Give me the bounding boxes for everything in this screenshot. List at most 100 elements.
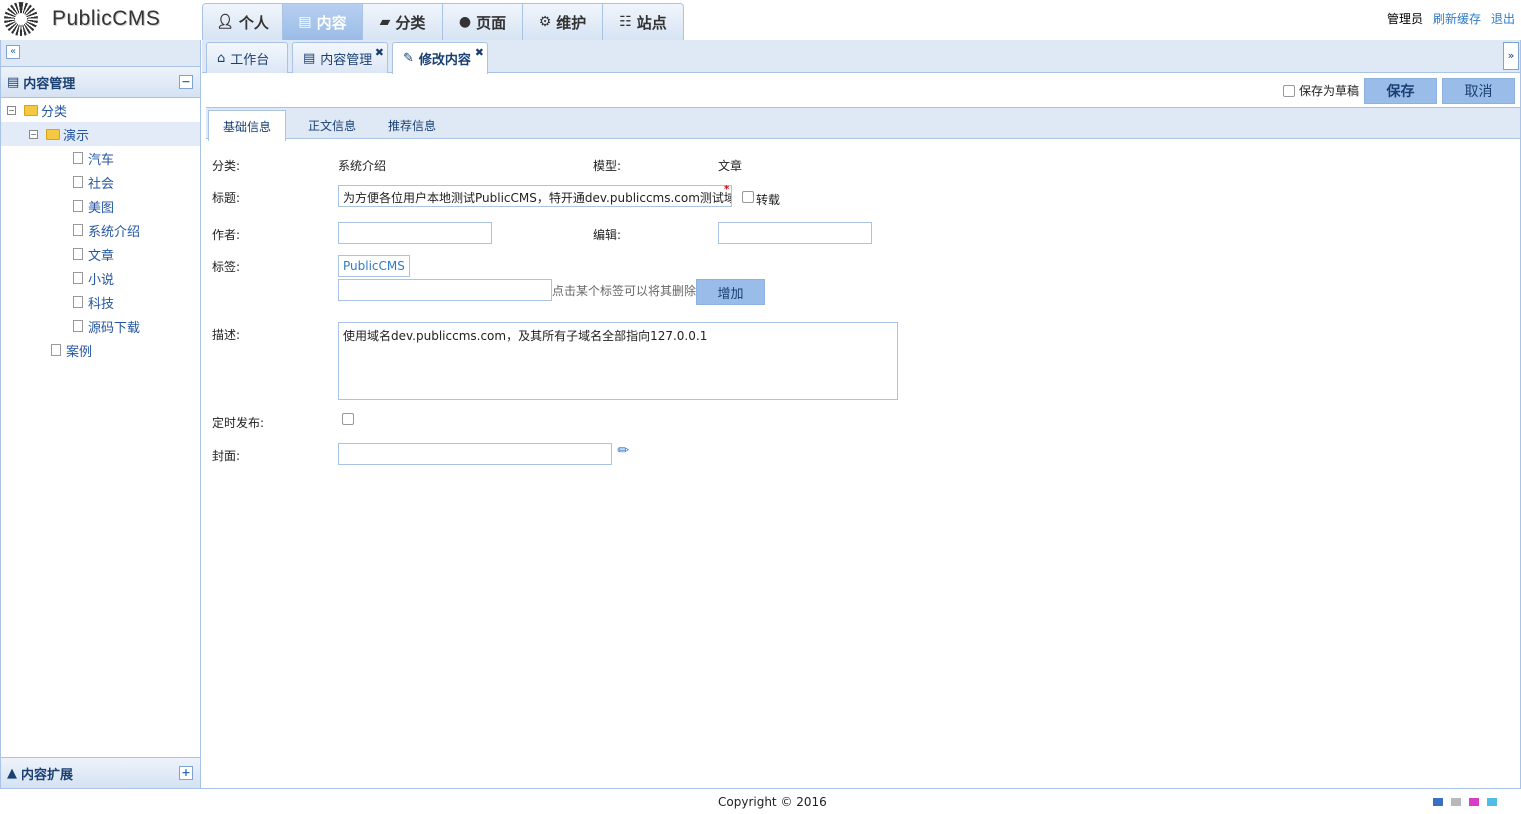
tab-recommend-info[interactable]: 推荐信息 xyxy=(374,110,450,141)
reprint-checkbox[interactable] xyxy=(742,191,754,203)
description-label: 描述: xyxy=(212,328,241,342)
panel-content-extension[interactable]: ▲ 内容扩展 + xyxy=(1,757,200,788)
user-name: 管理员 xyxy=(1386,12,1423,26)
tree-node-car[interactable]: 汽车 xyxy=(1,146,200,170)
sidebar-collapse-bar: « xyxy=(1,40,200,67)
add-tag-button[interactable]: 增加 xyxy=(696,279,765,305)
category-value: 系统介绍 xyxy=(338,159,387,173)
tree-node-novel[interactable]: 小说 xyxy=(1,266,200,290)
header: PublicCMS 👤︎ 个人 ▤ 内容 ▰ 分类 ● 页面 ⚙ 维护 ☷ 站点 管理员 刷… xyxy=(0,0,1521,40)
tree-node-category[interactable]: − 分类 xyxy=(1,98,200,122)
page-tab-bar: ⌂ 工作台 ▤ 内容管理 ✖ ✎ 修改内容 ✖ » xyxy=(202,40,1520,74)
tree-node-cases[interactable]: 案例 xyxy=(1,338,200,362)
document-icon xyxy=(73,224,83,236)
author-input[interactable] xyxy=(338,222,492,244)
tags-label: 标签: xyxy=(212,260,241,274)
book-icon: ▤ xyxy=(298,14,312,30)
document-icon xyxy=(73,200,83,212)
editor-label: 编辑: xyxy=(593,228,622,242)
theme-purple[interactable] xyxy=(1469,798,1479,806)
nav-maintenance[interactable]: ⚙ 维护 xyxy=(523,4,603,40)
expand-plus-icon[interactable]: + xyxy=(179,766,193,780)
chevron-down-icon[interactable]: » xyxy=(1503,42,1519,70)
tree-node-pictures[interactable]: 美图 xyxy=(1,194,200,218)
collapse-minus-icon[interactable]: − xyxy=(179,75,193,89)
logo-text: PublicCMS xyxy=(52,7,161,30)
document-icon xyxy=(73,320,83,332)
document-icon xyxy=(73,248,83,260)
tab-basic-info[interactable]: 基础信息 xyxy=(208,110,287,141)
paperclip-icon[interactable]: ✐ xyxy=(612,441,632,461)
tree-node-society[interactable]: 社会 xyxy=(1,170,200,194)
nav-personal[interactable]: 👤︎ 个人 xyxy=(203,4,283,40)
sidebar: « ▤ 内容管理 − − 分类 − 演示 汽车 社会 美图 系统介绍 文章 小说… xyxy=(0,40,201,788)
main-area: ⌂ 工作台 ▤ 内容管理 ✖ ✎ 修改内容 ✖ » 保存为草稿 保存 取消 基础信息 … xyxy=(202,40,1521,788)
form-sub-tabs: 基础信息 正文信息 推荐信息 xyxy=(206,107,1520,141)
schedule-publish-label: 定时发布: xyxy=(212,416,265,430)
globe-icon: ● xyxy=(458,14,472,30)
tree-node-article[interactable]: 文章 xyxy=(1,242,200,266)
category-label: 分类: xyxy=(212,159,241,173)
theme-gray[interactable] xyxy=(1451,798,1461,806)
close-icon[interactable]: ✖ xyxy=(375,46,384,59)
panel-content-management[interactable]: ▤ 内容管理 − xyxy=(1,67,200,98)
tag-hint: 点击某个标签可以将其删除 xyxy=(552,284,697,298)
home-icon: ⌂ xyxy=(217,50,226,66)
nav-category[interactable]: ▰ 分类 xyxy=(363,4,443,40)
tree-node-system-intro[interactable]: 系统介绍 xyxy=(1,218,200,242)
tab-workbench[interactable]: ⌂ 工作台 xyxy=(206,42,288,73)
folder-icon xyxy=(24,104,38,116)
book-icon: ▤ xyxy=(303,50,316,66)
folder-open-icon: ▰ xyxy=(379,14,391,30)
sitemap-icon: ☷ xyxy=(619,14,632,30)
nav-page[interactable]: ● 页面 xyxy=(443,4,523,40)
tab-edit-content[interactable]: ✎ 修改内容 ✖ xyxy=(392,42,488,74)
road-icon: ▲ xyxy=(7,765,17,781)
user-menu: 管理员 刷新缓存 退出 xyxy=(1387,10,1515,27)
book-icon: ▤ xyxy=(7,74,20,90)
theme-blue[interactable] xyxy=(1433,798,1443,806)
top-nav: 👤︎ 个人 ▤ 内容 ▰ 分类 ● 页面 ⚙ 维护 ☷ 站点 xyxy=(202,3,684,40)
user-icon: 👤︎ xyxy=(216,14,234,30)
cancel-button[interactable]: 取消 xyxy=(1442,78,1515,104)
logout-link[interactable]: 退出 xyxy=(1491,10,1515,27)
tag-chip[interactable]: PublicCMS xyxy=(338,255,410,277)
edit-icon: ✎ xyxy=(403,51,414,66)
save-draft-checkbox[interactable] xyxy=(1282,84,1295,97)
tree-node-demo[interactable]: − 演示 xyxy=(1,122,200,146)
tag-input[interactable] xyxy=(338,279,552,301)
save-button[interactable]: 保存 xyxy=(1364,78,1437,104)
tree-expand-icon[interactable]: − xyxy=(7,105,16,115)
theme-switcher xyxy=(1433,798,1497,806)
tree-expand-icon[interactable]: − xyxy=(29,129,38,139)
close-icon[interactable]: ✖ xyxy=(475,46,484,59)
editor-input[interactable] xyxy=(718,222,872,244)
cover-input[interactable] xyxy=(338,443,612,465)
document-icon xyxy=(73,152,83,164)
collapse-left-icon[interactable]: « xyxy=(6,45,20,59)
reprint-label: 转载 xyxy=(756,193,781,207)
nav-site[interactable]: ☷ 站点 xyxy=(603,4,683,40)
save-draft-option[interactable]: 保存为草稿 xyxy=(1282,82,1359,99)
tree-node-tech[interactable]: 科技 xyxy=(1,290,200,314)
author-label: 作者: xyxy=(212,228,241,242)
model-value: 文章 xyxy=(718,159,743,173)
title-label: 标题: xyxy=(212,191,241,205)
logo-icon xyxy=(4,2,38,36)
theme-cyan[interactable] xyxy=(1487,798,1497,806)
tab-body-info[interactable]: 正文信息 xyxy=(294,110,370,141)
document-icon xyxy=(73,272,83,284)
form-toolbar: 保存为草稿 保存 取消 xyxy=(202,73,1520,107)
nav-content[interactable]: ▤ 内容 xyxy=(283,4,363,40)
logo[interactable]: PublicCMS xyxy=(4,2,160,36)
cover-label: 封面: xyxy=(212,449,241,463)
schedule-publish-checkbox[interactable] xyxy=(342,413,354,425)
tab-content-management[interactable]: ▤ 内容管理 ✖ xyxy=(292,42,388,73)
description-textarea[interactable]: 使用域名dev.publiccms.com，及其所有子域名全部指向127.0.0… xyxy=(338,322,898,400)
document-icon xyxy=(73,176,83,188)
category-tree: − 分类 − 演示 汽车 社会 美图 系统介绍 文章 小说 科技 源码下载 案例 xyxy=(1,98,200,362)
folder-icon xyxy=(46,128,60,140)
title-input[interactable]: 为方便各位用户本地测试PublicCMS，特开通dev.publiccms.co… xyxy=(338,185,732,207)
refresh-cache-link[interactable]: 刷新缓存 xyxy=(1433,10,1481,27)
tree-node-source-download[interactable]: 源码下载 xyxy=(1,314,200,338)
